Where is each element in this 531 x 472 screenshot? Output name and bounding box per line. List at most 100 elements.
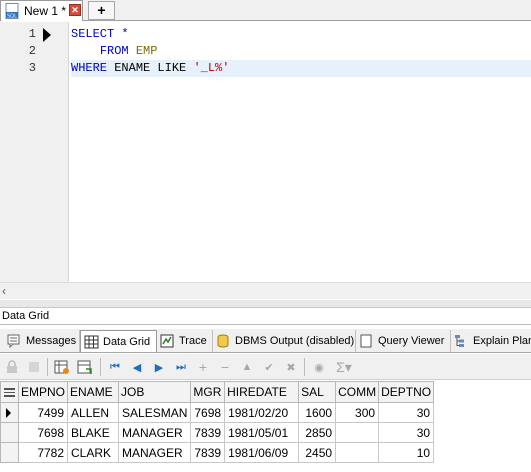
code-line-3[interactable]: WHERE ENAME LIKE '_L%' — [71, 60, 531, 77]
scroll-left-icon[interactable]: ‹ — [2, 284, 6, 298]
last-record-icon[interactable]: ⏭ — [172, 358, 190, 376]
results-grid: EMPNO ENAME JOB MGR HIREDATE SAL COMM DE… — [0, 381, 435, 463]
keyword: WHERE — [71, 61, 108, 75]
tab-explain-plan[interactable]: Explain Plan — [451, 330, 531, 352]
string-literal: '_L%' — [193, 61, 230, 75]
cancel-edit-icon[interactable]: ✖ — [282, 358, 300, 376]
messages-icon — [7, 334, 22, 349]
column-header[interactable]: MGR — [190, 381, 226, 403]
cell-sal[interactable]: 1600 — [298, 402, 337, 423]
cell-comm[interactable] — [335, 422, 380, 443]
line-number: 3 — [28, 61, 36, 75]
dbms-output-icon — [216, 334, 231, 348]
results-tab-bar: Messages Data Grid Trace DBMS Output (di… — [0, 329, 531, 353]
prior-record-icon[interactable]: ◀ — [128, 358, 146, 376]
keyword: FROM — [99, 44, 129, 58]
row-indicator[interactable] — [0, 402, 19, 423]
panel-title: Data Grid — [0, 308, 531, 325]
refresh-grid-icon[interactable] — [76, 358, 94, 376]
cell-mgr[interactable]: 7698 — [190, 402, 226, 423]
insert-record-icon[interactable]: + — [194, 358, 212, 376]
tab-label: DBMS Output (disabled) — [235, 335, 355, 347]
column-header[interactable]: HIREDATE — [224, 381, 300, 403]
cell-deptno[interactable]: 30 — [378, 402, 435, 423]
column-header[interactable]: EMPNO — [17, 381, 69, 403]
grid-select-all-icon[interactable] — [0, 381, 19, 403]
cell-comm[interactable] — [335, 442, 380, 463]
export-icon[interactable] — [25, 358, 43, 376]
row-indicator[interactable] — [0, 422, 19, 443]
explain-plan-icon — [454, 334, 469, 348]
table-row[interactable]: 7782 CLARK MANAGER 7839 1981/06/09 2450 … — [0, 442, 435, 463]
grid-options-icon[interactable] — [53, 358, 71, 376]
cell-comm[interactable]: 300 — [335, 402, 380, 423]
post-edit-icon[interactable]: ✔ — [260, 358, 278, 376]
cell-sal[interactable]: 2850 — [298, 422, 337, 443]
cell-mgr[interactable]: 7839 — [190, 442, 226, 463]
line-number: 2 — [28, 44, 36, 58]
column-header[interactable]: ENAME — [67, 381, 120, 403]
tab-trace[interactable]: Trace — [157, 330, 213, 352]
sum-dropdown-icon[interactable]: Σ▾ — [332, 358, 356, 376]
column-header[interactable]: COMM — [335, 381, 380, 403]
column-header[interactable]: SAL — [298, 381, 337, 403]
grid-header-row: EMPNO ENAME JOB MGR HIREDATE SAL COMM DE… — [0, 381, 435, 403]
new-tab-button[interactable]: + — [88, 1, 115, 20]
cell-ename[interactable]: ALLEN — [67, 402, 120, 423]
column-header[interactable]: DEPTNO — [378, 381, 435, 403]
cell-hiredate[interactable]: 1981/06/09 — [224, 442, 300, 463]
cell-job[interactable]: MANAGER — [118, 422, 192, 443]
tab-label: New 1 * — [24, 4, 67, 18]
lock-icon[interactable] — [3, 358, 21, 376]
code-line-2[interactable]: FROM EMP — [71, 43, 531, 60]
table-row[interactable]: 7499 ALLEN SALESMAN 7698 1981/02/20 1600… — [0, 402, 435, 423]
cell-deptno[interactable]: 30 — [378, 422, 435, 443]
cell-ename[interactable]: CLARK — [67, 442, 120, 463]
keyword: SELECT — [71, 27, 115, 41]
cell-empno[interactable]: 7782 — [17, 442, 69, 463]
cell-mgr[interactable]: 7839 — [190, 422, 226, 443]
execution-pointer-icon — [43, 28, 51, 42]
first-record-icon[interactable]: ⏮ — [106, 358, 124, 376]
tab-label: Data Grid — [103, 335, 151, 348]
tab-new-1[interactable]: SQL New 1 * ✕ — [0, 0, 83, 21]
cell-sal[interactable]: 2450 — [298, 442, 337, 463]
tab-messages[interactable]: Messages — [4, 330, 80, 352]
delete-record-icon[interactable]: − — [216, 358, 234, 376]
close-tab-icon[interactable]: ✕ — [69, 4, 81, 16]
row-indicator[interactable] — [0, 442, 19, 463]
edit-record-icon[interactable]: ▲ — [238, 358, 256, 376]
table-identifier: EMP — [135, 44, 158, 58]
sql-file-icon: SQL — [5, 3, 19, 20]
sql-editor[interactable]: 1 2 3 SELECT * FROM EMP WHERE ENAME LIKE… — [0, 22, 531, 282]
filter-icon[interactable]: ◉ — [310, 358, 328, 376]
tab-data-grid[interactable]: Data Grid — [80, 330, 157, 352]
cell-deptno[interactable]: 10 — [378, 442, 435, 463]
tab-label: Query Viewer — [378, 335, 445, 347]
code-line-1[interactable]: SELECT * — [71, 26, 531, 43]
cell-hiredate[interactable]: 1981/05/01 — [224, 422, 300, 443]
cell-job[interactable]: SALESMAN — [118, 402, 192, 423]
current-row-icon — [6, 408, 11, 418]
next-record-icon[interactable]: ▶ — [150, 358, 168, 376]
tab-query-viewer[interactable]: Query Viewer — [356, 330, 451, 352]
tab-dbms-output[interactable]: DBMS Output (disabled) — [213, 330, 356, 352]
query-viewer-icon — [359, 334, 374, 348]
cell-empno[interactable]: 7698 — [17, 422, 69, 443]
horizontal-scrollbar[interactable]: ‹ — [0, 282, 531, 299]
line-number: 1 — [28, 27, 36, 41]
table-row[interactable]: 7698 BLAKE MANAGER 7839 1981/05/01 2850 … — [0, 422, 435, 443]
line-number-gutter: 1 2 3 — [0, 22, 69, 282]
panel-splitter[interactable] — [0, 300, 531, 308]
svg-text:SQL: SQL — [7, 14, 17, 20]
cell-job[interactable]: MANAGER — [118, 442, 192, 463]
cell-empno[interactable]: 7499 — [17, 402, 69, 423]
tab-label: Trace — [179, 335, 207, 347]
cell-hiredate[interactable]: 1981/02/20 — [224, 402, 300, 423]
column-header[interactable]: JOB — [118, 381, 192, 403]
trace-icon — [160, 334, 175, 348]
cell-ename[interactable]: BLAKE — [67, 422, 120, 443]
data-grid-icon — [84, 335, 99, 349]
